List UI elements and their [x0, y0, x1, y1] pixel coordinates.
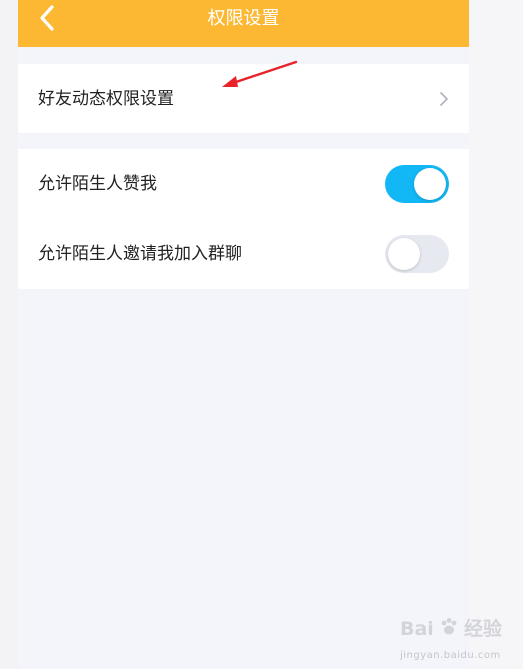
baidu-jingyan-watermark: Bai 经验 — [400, 614, 502, 654]
page-title: 权限设置 — [207, 8, 280, 29]
toggle-allow-stranger-like[interactable] — [385, 165, 449, 203]
chevron-right-icon — [440, 92, 448, 106]
settings-card-stranger: 允许陌生人赞我 允许陌生人邀请我加入群聊 — [18, 149, 469, 289]
row-label: 好友动态权限设置 — [38, 89, 174, 109]
row-label: 允许陌生人邀请我加入群聊 — [38, 244, 242, 264]
row-allow-stranger-like: 允许陌生人赞我 — [18, 149, 469, 219]
row-allow-stranger-group-invite: 允许陌生人邀请我加入群聊 — [18, 219, 469, 289]
toggle-allow-stranger-group-invite[interactable] — [385, 235, 449, 273]
top-navigation-bar: 权限设置 — [18, 0, 469, 47]
row-label: 允许陌生人赞我 — [38, 174, 157, 194]
watermark-logo-right: 经验 — [464, 618, 503, 640]
toggle-knob — [414, 168, 446, 200]
toggle-knob — [388, 238, 420, 270]
outer-background-strip — [469, 0, 523, 669]
settings-screen: 权限设置 好友动态权限设置 允许陌生人赞我 允许陌生人邀请我加入群聊 — [18, 0, 469, 669]
watermark-url: jingyan.baidu.com — [400, 650, 501, 661]
watermark-logo-left: Bai — [400, 618, 434, 640]
settings-card-feed: 好友动态权限设置 — [18, 64, 469, 133]
row-friend-feed-permission[interactable]: 好友动态权限设置 — [18, 64, 469, 134]
paw-icon — [441, 618, 457, 635]
